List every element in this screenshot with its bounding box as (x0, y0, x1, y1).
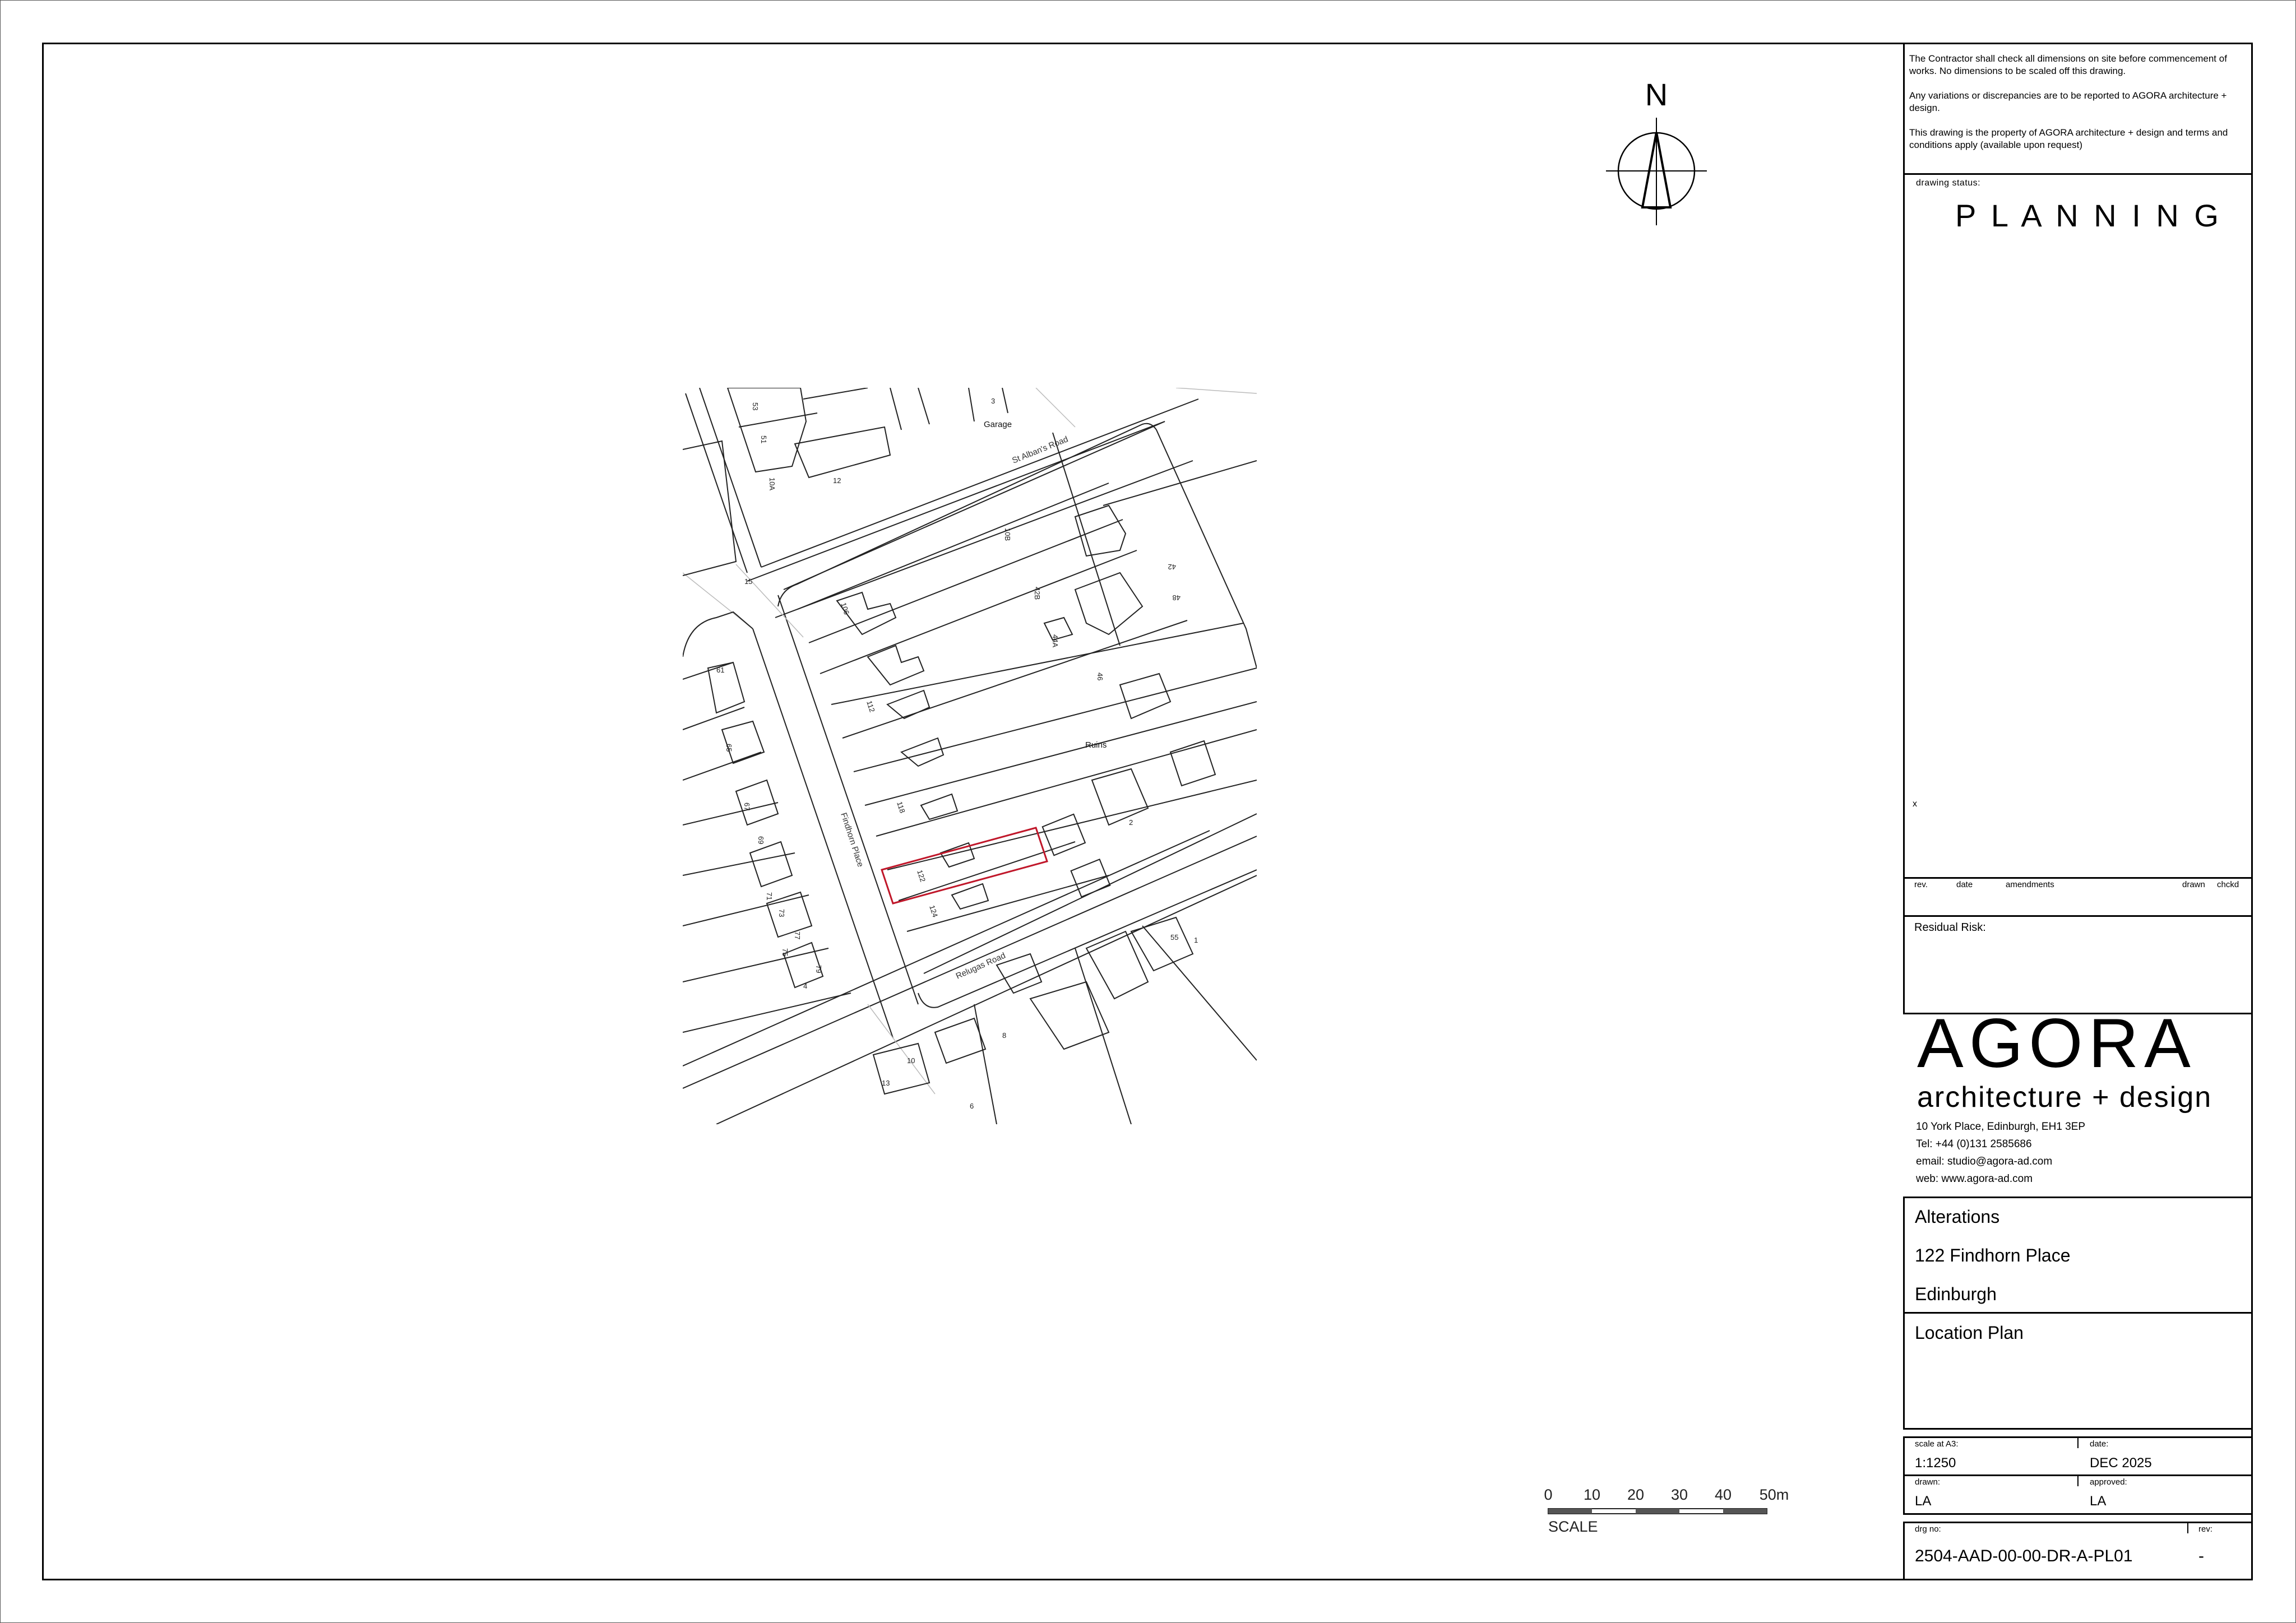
house-number: 118 (895, 800, 907, 814)
scale-tick: 40 (1715, 1486, 1732, 1503)
house-number: 73 (777, 909, 786, 917)
scale-bar: 0 10 20 30 40 50m SCALE (1544, 1486, 1789, 1535)
house-number: 8 (1002, 1031, 1006, 1040)
rev-col: rev. (1914, 880, 1928, 889)
company-tel: Tel: +44 (0)131 2585686 (1916, 1138, 2032, 1150)
approved-field-label: approved: (2090, 1477, 2127, 1487)
amendments-col: amendments (2006, 880, 2054, 889)
house-number: 44A (1051, 634, 1059, 647)
date-field-value: DEC 2025 (2090, 1455, 2152, 1471)
divider (1903, 173, 2253, 175)
house-number: 42B (1033, 587, 1041, 600)
house-number: 75 (781, 948, 789, 956)
company-logo: AGORA (1917, 1005, 2196, 1082)
house-number: 77 (793, 931, 802, 939)
status-value: P L A N N I N G (1955, 198, 2222, 233)
house-number: 10 (907, 1056, 915, 1065)
place-label-ruins: Ruins (1085, 740, 1107, 750)
location-plan-map: St Alban's Road Findhorn Place Relugas R… (683, 388, 1257, 1124)
scale-tick: 30 (1671, 1486, 1688, 1503)
house-number: 48 (1173, 593, 1181, 602)
scale-field-label: scale at A3: (1915, 1439, 1959, 1449)
notes: The Contractor shall check all dimension… (1909, 53, 2246, 151)
house-number: 55 (1170, 933, 1178, 942)
house-number: 65 (725, 744, 733, 752)
house-number: 4 (803, 982, 807, 990)
drawing-title: Location Plan (1915, 1323, 2024, 1343)
house-number: 10A (768, 477, 776, 490)
divider (2187, 1523, 2188, 1533)
date-col: date (1956, 880, 1973, 889)
house-number: 13 (882, 1079, 890, 1087)
scale-tick: 50m (1760, 1486, 1789, 1503)
company-tagline: architecture + design (1917, 1081, 2212, 1114)
house-number: 67 (743, 803, 751, 810)
house-number: 2 (1129, 818, 1133, 827)
house-number: 124 (928, 904, 939, 918)
date-field-label: date: (2090, 1439, 2109, 1449)
house-number: 6 (970, 1102, 974, 1110)
house-number: 10B (1003, 528, 1012, 541)
place-label-garage: Garage (984, 420, 1012, 429)
residual-risk-label: Residual Risk: (1914, 921, 1986, 934)
note-dimensions: The Contractor shall check all dimension… (1909, 53, 2227, 76)
divider (1903, 915, 2253, 917)
drg-no-value: 2504-AAD-00-00-DR-A-PL01 (1915, 1547, 2133, 1565)
project-line-1: Alterations (1915, 1207, 2000, 1227)
divider (2077, 1438, 2079, 1448)
house-number: 69 (757, 836, 765, 844)
status-marker: x (1913, 799, 1917, 809)
notes-status-panel (1903, 43, 2253, 1014)
divider (2077, 1476, 2079, 1486)
divider (1903, 1312, 2253, 1314)
status-label: drawing status: (1916, 178, 1981, 188)
drawn-col: drawn (2182, 880, 2205, 889)
scale-tick: 0 (1544, 1486, 1552, 1503)
scale-tick: 20 (1627, 1486, 1644, 1503)
house-number: 106 (839, 601, 851, 615)
revision-header: rev. date amendments drawn chckd (1903, 879, 2253, 893)
house-number: 61 (716, 666, 724, 674)
company-email: email: studio@agora-ad.com (1916, 1156, 2053, 1167)
approved-field-value: LA (2090, 1494, 2107, 1509)
project-line-3: Edinburgh (1915, 1284, 1997, 1304)
house-number: 71 (765, 892, 774, 900)
note-copyright: This drawing is the property of AGORA ar… (1909, 127, 2228, 150)
company-address: 10 York Place, Edinburgh, EH1 3EP (1916, 1121, 2086, 1133)
house-number: 53 (751, 402, 760, 410)
house-number: 42 (1168, 563, 1176, 571)
note-discrepancies: Any variations or discrepancies are to b… (1909, 90, 2227, 113)
house-number: 112 (865, 699, 877, 713)
rev-value: - (2198, 1547, 2204, 1565)
north-label: N (1645, 77, 1668, 112)
chckd-col: chckd (2217, 880, 2239, 889)
house-number: 1 (1194, 936, 1198, 944)
house-number: 51 (760, 435, 768, 443)
drawn-field-value: LA (1915, 1494, 1932, 1509)
scale-field-value: 1:1250 (1915, 1455, 1956, 1471)
scale-tick: 10 (1584, 1486, 1600, 1503)
project-line-2: 122 Findhorn Place (1915, 1245, 2071, 1265)
house-number: 46 (1096, 673, 1104, 680)
house-number: 3 (991, 397, 995, 405)
rev-label: rev: (2198, 1524, 2213, 1534)
drawn-field-label: drawn: (1915, 1477, 1941, 1487)
scale-label: SCALE (1548, 1518, 1598, 1535)
company-web: web: www.agora-ad.com (1916, 1173, 2033, 1185)
north-arrow-icon: N (1606, 77, 1707, 225)
house-number: 79 (814, 965, 823, 973)
drg-no-label: drg no: (1915, 1524, 1941, 1534)
house-number: 15 (744, 577, 752, 586)
house-number: 12 (833, 476, 841, 485)
house-number: 122 (915, 869, 927, 883)
street-label-findhorn: Findhorn Place (839, 812, 865, 868)
